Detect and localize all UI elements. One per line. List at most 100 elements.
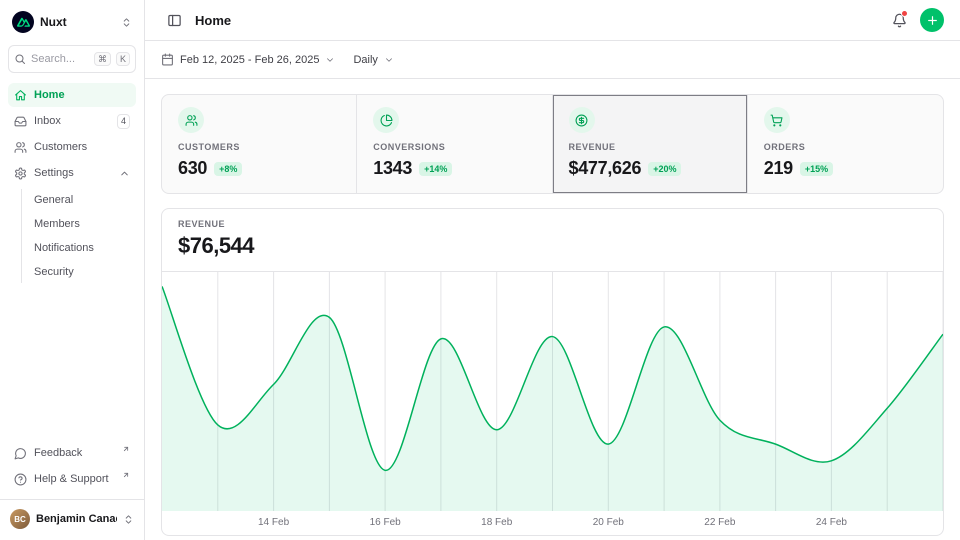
revenue-area-chart[interactable] — [162, 272, 943, 511]
stat-delta-badge: +8% — [214, 162, 242, 176]
workspace-switcher[interactable]: Nuxt — [8, 8, 136, 36]
stat-delta-badge: +14% — [419, 162, 452, 176]
sidebar-item-label: Home — [34, 89, 130, 101]
revenue-chart-panel: Revenue $76,544 14 Feb 16 Feb 18 Feb 20 Feb… — [161, 208, 944, 536]
dashboard-content: Customers 630 +8% Conversions 1343 +14% — [145, 79, 960, 540]
page-title: Home — [195, 13, 878, 28]
sidebar-item-notifications[interactable]: Notifications — [28, 237, 136, 259]
stat-label: Orders — [764, 142, 927, 152]
sidebar-item-customers[interactable]: Customers — [8, 135, 136, 159]
stat-card-conversions[interactable]: Conversions 1343 +14% — [357, 95, 552, 193]
search-icon — [14, 53, 26, 65]
sidebar-nav: Home Inbox 4 Customers Settings — [8, 83, 136, 283]
chevron-down-icon — [325, 55, 335, 65]
chart-pie-icon — [373, 107, 399, 133]
sidebar-spacer — [8, 283, 136, 441]
notification-dot — [901, 10, 908, 17]
users-icon — [14, 141, 27, 154]
stat-card-customers[interactable]: Customers 630 +8% — [162, 95, 357, 193]
sidebar-item-inbox[interactable]: Inbox 4 — [8, 109, 136, 133]
x-axis-label: 22 Feb — [704, 517, 735, 528]
filters-toolbar: Feb 12, 2025 - Feb 26, 2025 Daily — [145, 41, 960, 79]
user-name: Benjamin Canac — [36, 513, 117, 525]
date-range-picker[interactable]: Feb 12, 2025 - Feb 26, 2025 — [161, 49, 335, 70]
sidebar-footer: Feedback Help & Support — [8, 441, 136, 491]
stat-value: 1343 — [373, 158, 412, 179]
stat-delta-badge: +20% — [648, 162, 681, 176]
revenue-chart-header: Revenue $76,544 — [162, 209, 943, 272]
stat-label: Customers — [178, 142, 340, 152]
stat-label: Conversions — [373, 142, 535, 152]
external-link-icon — [122, 471, 130, 479]
x-axis-label: 16 Feb — [370, 517, 401, 528]
message-bubble-icon — [14, 447, 27, 460]
submenu-item-label: Members — [34, 218, 80, 230]
inbox-icon — [14, 115, 27, 128]
dashboard-app: Nuxt ⌘ K Home Inb — [0, 0, 960, 540]
dollar-circle-icon — [569, 107, 595, 133]
k-key-badge: K — [116, 52, 130, 67]
stat-card-revenue[interactable]: Revenue $477,626 +20% — [553, 95, 748, 193]
sidebar-item-home[interactable]: Home — [8, 83, 136, 107]
chart-total-value: $76,544 — [178, 233, 927, 259]
sidebar-item-label: Feedback — [34, 447, 117, 459]
gear-icon — [14, 167, 27, 180]
cmd-key-badge: ⌘ — [94, 52, 111, 67]
granularity-label: Daily — [353, 54, 377, 66]
settings-submenu: General Members Notifications Security — [21, 189, 136, 283]
stat-label: Revenue — [569, 142, 731, 152]
x-axis-label: 18 Feb — [481, 517, 512, 528]
main-area: Home Feb 12, 2025 - Feb 26, 2025 — [145, 0, 960, 540]
external-link-icon — [122, 445, 130, 453]
sidebar-item-label: Help & Support — [34, 473, 117, 485]
submenu-item-label: Security — [34, 266, 74, 278]
stats-row: Customers 630 +8% Conversions 1343 +14% — [161, 94, 944, 194]
x-axis-label: 24 Feb — [816, 517, 847, 528]
submenu-item-label: General — [34, 194, 73, 206]
page-header: Home — [145, 0, 960, 41]
sidebar-item-feedback[interactable]: Feedback — [8, 441, 136, 465]
submenu-item-label: Notifications — [34, 242, 94, 254]
stat-card-orders[interactable]: Orders 219 +15% — [748, 95, 943, 193]
chart-plot-area[interactable] — [162, 272, 943, 511]
create-button[interactable] — [920, 8, 944, 32]
search-box[interactable]: ⌘ K — [8, 45, 136, 73]
sidebar-item-settings[interactable]: Settings — [8, 161, 136, 185]
x-axis: 14 Feb 16 Feb 18 Feb 20 Feb 22 Feb 24 Feb — [162, 511, 943, 535]
inbox-count-badge: 4 — [117, 114, 130, 129]
chart-title: Revenue — [178, 219, 927, 229]
sidebar-item-members[interactable]: Members — [28, 213, 136, 235]
workspace-name: Nuxt — [40, 15, 115, 29]
shopping-cart-icon — [764, 107, 790, 133]
sidebar-item-help-support[interactable]: Help & Support — [8, 467, 136, 491]
search-input[interactable] — [31, 53, 89, 65]
user-menu[interactable]: BC Benjamin Canac — [0, 499, 144, 532]
sidebar-item-label: Settings — [34, 167, 112, 179]
x-axis-label: 14 Feb — [258, 517, 289, 528]
sidebar-item-general[interactable]: General — [28, 189, 136, 211]
sidebar: Nuxt ⌘ K Home Inb — [0, 0, 145, 540]
home-icon — [14, 89, 27, 102]
collapse-sidebar-button[interactable] — [161, 7, 187, 33]
sidebar-item-label: Inbox — [34, 115, 110, 127]
users-icon — [178, 107, 204, 133]
nuxt-logo-icon — [12, 11, 34, 33]
date-range-label: Feb 12, 2025 - Feb 26, 2025 — [180, 54, 319, 66]
stat-value: 219 — [764, 158, 793, 179]
granularity-select[interactable]: Daily — [353, 50, 393, 70]
help-circle-icon — [14, 473, 27, 486]
stat-value: 630 — [178, 158, 207, 179]
chevrons-up-down-icon — [121, 17, 132, 28]
chevrons-up-down-icon — [123, 514, 134, 525]
stat-value: $477,626 — [569, 158, 642, 179]
sidebar-item-label: Customers — [34, 141, 130, 153]
avatar: BC — [10, 509, 30, 529]
chevron-down-icon — [384, 55, 394, 65]
panel-left-icon — [167, 13, 182, 28]
stat-delta-badge: +15% — [800, 162, 833, 176]
chevron-up-icon — [119, 168, 130, 179]
plus-icon — [926, 14, 939, 27]
x-axis-label: 20 Feb — [593, 517, 624, 528]
sidebar-item-security[interactable]: Security — [28, 261, 136, 283]
notifications-button[interactable] — [886, 7, 912, 33]
